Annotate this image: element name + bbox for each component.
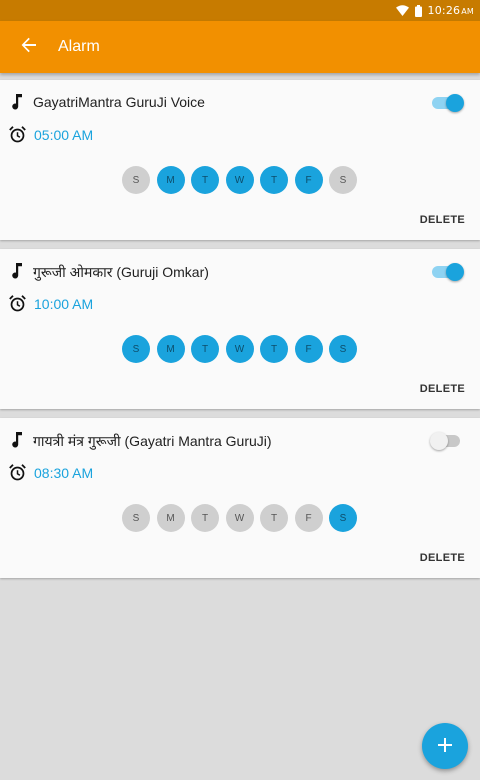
day-toggle[interactable]: T bbox=[260, 166, 288, 194]
day-toggle[interactable]: S bbox=[122, 166, 150, 194]
alarm-toggle[interactable] bbox=[430, 432, 464, 450]
page-title: Alarm bbox=[58, 38, 100, 55]
day-toggle[interactable]: M bbox=[156, 166, 185, 194]
day-toggle[interactable]: T bbox=[191, 504, 219, 532]
status-bar: 10:26AM bbox=[0, 0, 480, 21]
add-alarm-button[interactable] bbox=[422, 723, 468, 769]
day-toggle[interactable]: F bbox=[294, 504, 323, 532]
alarm-name: GayatriMantra GuruJi Voice bbox=[33, 94, 205, 110]
weekday-selector: SMTWTFS bbox=[122, 504, 364, 532]
day-toggle[interactable]: T bbox=[260, 335, 288, 363]
day-toggle[interactable]: F bbox=[294, 166, 323, 194]
weekday-selector: SMTWTFS bbox=[122, 335, 364, 363]
music-note-icon bbox=[10, 94, 24, 110]
toggle-thumb bbox=[446, 94, 464, 112]
back-button[interactable] bbox=[0, 21, 58, 73]
day-toggle[interactable]: S bbox=[329, 504, 357, 532]
toggle-thumb bbox=[446, 263, 464, 281]
alarm-clock-icon bbox=[9, 464, 26, 481]
alarm-clock-icon bbox=[9, 126, 26, 143]
delete-button[interactable]: DELETE bbox=[420, 552, 465, 564]
day-toggle[interactable]: W bbox=[225, 335, 254, 363]
day-toggle[interactable]: S bbox=[122, 335, 150, 363]
battery-icon bbox=[414, 4, 422, 17]
status-ampm: AM bbox=[461, 7, 474, 16]
day-toggle[interactable]: M bbox=[156, 335, 185, 363]
alarm-time[interactable]: 05:00 AM bbox=[34, 127, 93, 143]
day-toggle[interactable]: W bbox=[225, 166, 254, 194]
alarm-time[interactable]: 08:30 AM bbox=[34, 465, 93, 481]
alarm-name: गुरूजी ओमकार (Guruji Omkar) bbox=[33, 264, 209, 280]
music-note-icon bbox=[10, 263, 24, 279]
arrow-back-icon bbox=[21, 37, 37, 57]
alarm-toggle[interactable] bbox=[430, 263, 464, 281]
day-toggle[interactable]: T bbox=[191, 166, 219, 194]
delete-button[interactable]: DELETE bbox=[420, 383, 465, 395]
status-time: 10:26 bbox=[427, 4, 461, 17]
alarm-time[interactable]: 10:00 AM bbox=[34, 296, 93, 312]
day-toggle[interactable]: W bbox=[225, 504, 254, 532]
day-toggle[interactable]: T bbox=[191, 335, 219, 363]
alarm-toggle[interactable] bbox=[430, 94, 464, 112]
wifi-icon bbox=[395, 5, 409, 16]
day-toggle[interactable]: M bbox=[156, 504, 185, 532]
app-bar: Alarm bbox=[0, 21, 480, 73]
alarm-list: GayatriMantra GuruJi Voice 05:00 AM SMTW… bbox=[0, 80, 480, 587]
weekday-selector: SMTWTFS bbox=[122, 166, 364, 194]
day-toggle[interactable]: S bbox=[122, 504, 150, 532]
day-toggle[interactable]: S bbox=[329, 335, 357, 363]
day-toggle[interactable]: F bbox=[294, 335, 323, 363]
alarm-name: गायत्री मंत्र गुरूजी (Gayatri Mantra Gur… bbox=[33, 433, 272, 449]
plus-icon bbox=[438, 737, 452, 756]
toggle-thumb bbox=[430, 432, 448, 450]
delete-button[interactable]: DELETE bbox=[420, 214, 465, 226]
alarm-card: गुरूजी ओमकार (Guruji Omkar) 10:00 AM SMT… bbox=[0, 249, 480, 409]
status-clock: 10:26AM bbox=[428, 4, 474, 17]
day-toggle[interactable]: S bbox=[329, 166, 357, 194]
alarm-clock-icon bbox=[9, 295, 26, 312]
alarm-card: गायत्री मंत्र गुरूजी (Gayatri Mantra Gur… bbox=[0, 418, 480, 578]
music-note-icon bbox=[10, 432, 24, 448]
alarm-card: GayatriMantra GuruJi Voice 05:00 AM SMTW… bbox=[0, 80, 480, 240]
day-toggle[interactable]: T bbox=[260, 504, 288, 532]
